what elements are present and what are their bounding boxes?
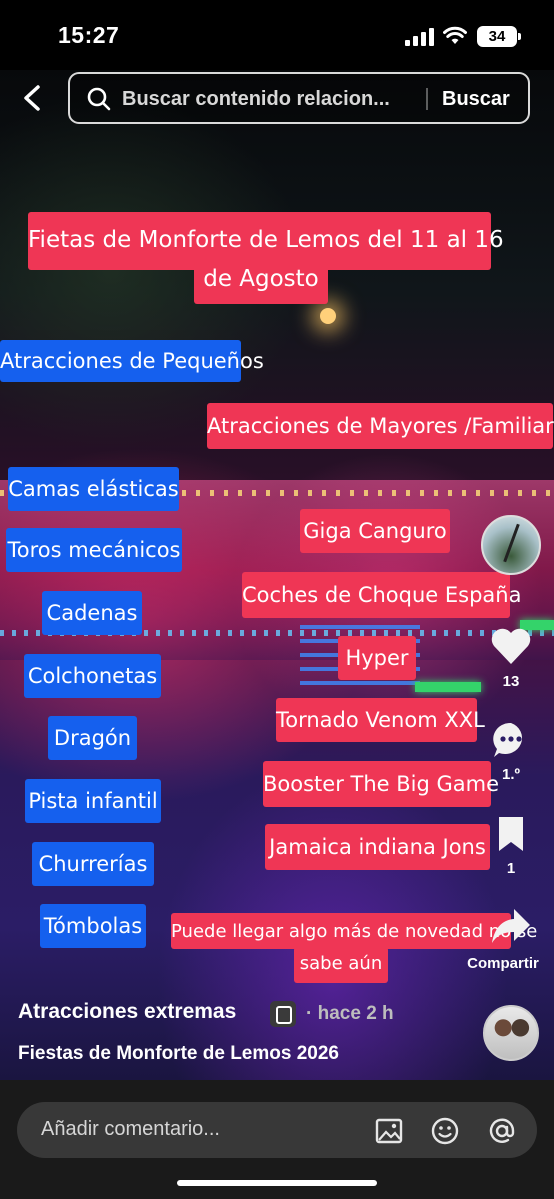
bottom-bar: Añadir comentario... (0, 1080, 554, 1199)
kids-item: Camas elásticas (8, 467, 179, 511)
search-bar[interactable]: Buscar contenido relacion... Buscar (68, 72, 530, 124)
search-button[interactable]: Buscar (442, 88, 510, 111)
bookmark-icon[interactable] (496, 815, 526, 853)
author-name[interactable]: Atracciones extremas (18, 1000, 236, 1024)
status-bar: 15:27 34 (0, 0, 554, 70)
street-light (320, 308, 336, 324)
search-icon (87, 87, 111, 111)
share-label[interactable]: Compartir (458, 955, 548, 972)
adults-header-label: Atracciones de Mayores /Familiares (207, 403, 554, 449)
share-icon[interactable] (490, 906, 532, 946)
kids-item: Colchonetas (24, 654, 161, 698)
cellular-signal-icon (405, 28, 435, 46)
post-time: · hace 2 h (306, 1003, 394, 1024)
emoji-icon[interactable] (430, 1116, 460, 1146)
overlay-title-line2: de Agosto (194, 262, 328, 304)
battery-icon: 34 (477, 26, 521, 47)
related-video-thumbnail[interactable] (481, 515, 541, 575)
adults-item: Booster The Big Game (263, 761, 499, 807)
kids-item: Cadenas (42, 591, 142, 635)
comment-placeholder[interactable]: Añadir comentario... (41, 1118, 220, 1141)
post-caption[interactable]: Fiestas de Monforte de Lemos 2026 (18, 1043, 339, 1065)
avatar[interactable] (483, 1005, 539, 1061)
like-count: 13 (502, 673, 520, 690)
comment-icon[interactable] (491, 720, 531, 760)
comment-input[interactable]: Añadir comentario... (17, 1102, 537, 1158)
save-count: 1 (506, 860, 516, 877)
green-light-bar (415, 682, 481, 692)
image-icon[interactable] (374, 1116, 404, 1146)
adults-item: Hyper (338, 636, 416, 680)
back-arrow-icon[interactable] (20, 84, 44, 112)
mention-icon[interactable] (487, 1116, 517, 1146)
status-time: 15:27 (58, 22, 120, 48)
search-divider (426, 88, 428, 110)
comment-count: 1.º (502, 766, 520, 783)
kids-item: Tómbolas (40, 904, 146, 948)
adults-item: Tornado Venom XXL (276, 698, 485, 742)
search-input[interactable]: Buscar contenido relacion... (122, 88, 390, 111)
kids-item: Churrerías (32, 842, 154, 886)
note-label: Puede llegar algo más de novedad no se (171, 913, 537, 949)
adults-item: Giga Canguro (300, 509, 450, 553)
wifi-icon (443, 26, 467, 44)
copy-icon[interactable] (270, 1001, 296, 1027)
adults-item: Coches de Choque España (242, 572, 521, 618)
kids-item: Pista infantil (25, 779, 161, 823)
heart-icon[interactable] (490, 626, 532, 666)
note-label-line2: sabe aún (294, 947, 388, 983)
home-indicator (177, 1180, 377, 1186)
kids-header-label: Atracciones de Pequeños (0, 340, 264, 382)
kids-item: Toros mecánicos (6, 528, 182, 572)
kids-item: Dragón (48, 716, 137, 760)
adults-item: Jamaica indiana Jons (265, 824, 490, 870)
